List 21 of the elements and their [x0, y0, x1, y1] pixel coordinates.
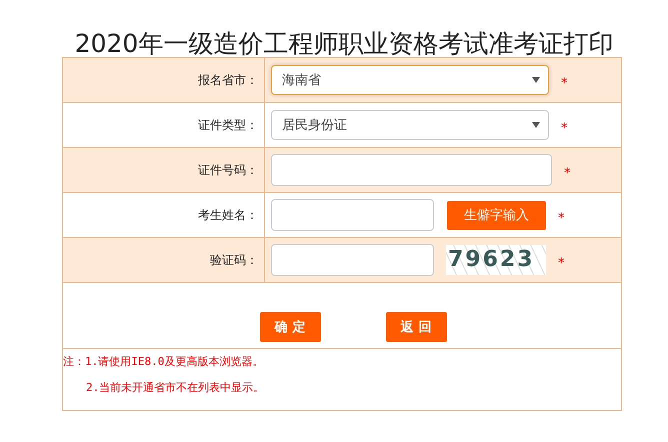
required-mark: * [561, 120, 568, 136]
captcha-input[interactable] [271, 244, 434, 276]
text-input[interactable] [271, 154, 552, 186]
caret-icon [532, 122, 540, 128]
note-text: 2.当前未开通省市不在列表中显示。 [85, 380, 266, 396]
required-mark: * [558, 256, 564, 270]
field-label: 证件类型： [198, 116, 258, 134]
captcha-image[interactable]: 79623 [446, 245, 546, 275]
field-label: 报名省市： [198, 72, 258, 88]
text-input[interactable] [271, 199, 434, 231]
field-label: 考生姓名： [198, 206, 258, 224]
page-title: 2020年一级造价工程师职业资格考试准考证打印 [74, 28, 614, 57]
note-text: 注：1.请使用IE8.0及更高版本浏览器。 [63, 354, 264, 370]
dropdown-field[interactable]: 居民身份证 [271, 110, 549, 140]
field-label: 验证码： [210, 252, 258, 268]
required-mark: * [564, 166, 570, 180]
field-label: 证件号码： [198, 162, 258, 178]
caret-icon [532, 77, 540, 83]
dropdown-field[interactable]: 海南省 [271, 65, 549, 95]
required-mark: * [558, 210, 564, 226]
required-mark: * [561, 76, 568, 90]
